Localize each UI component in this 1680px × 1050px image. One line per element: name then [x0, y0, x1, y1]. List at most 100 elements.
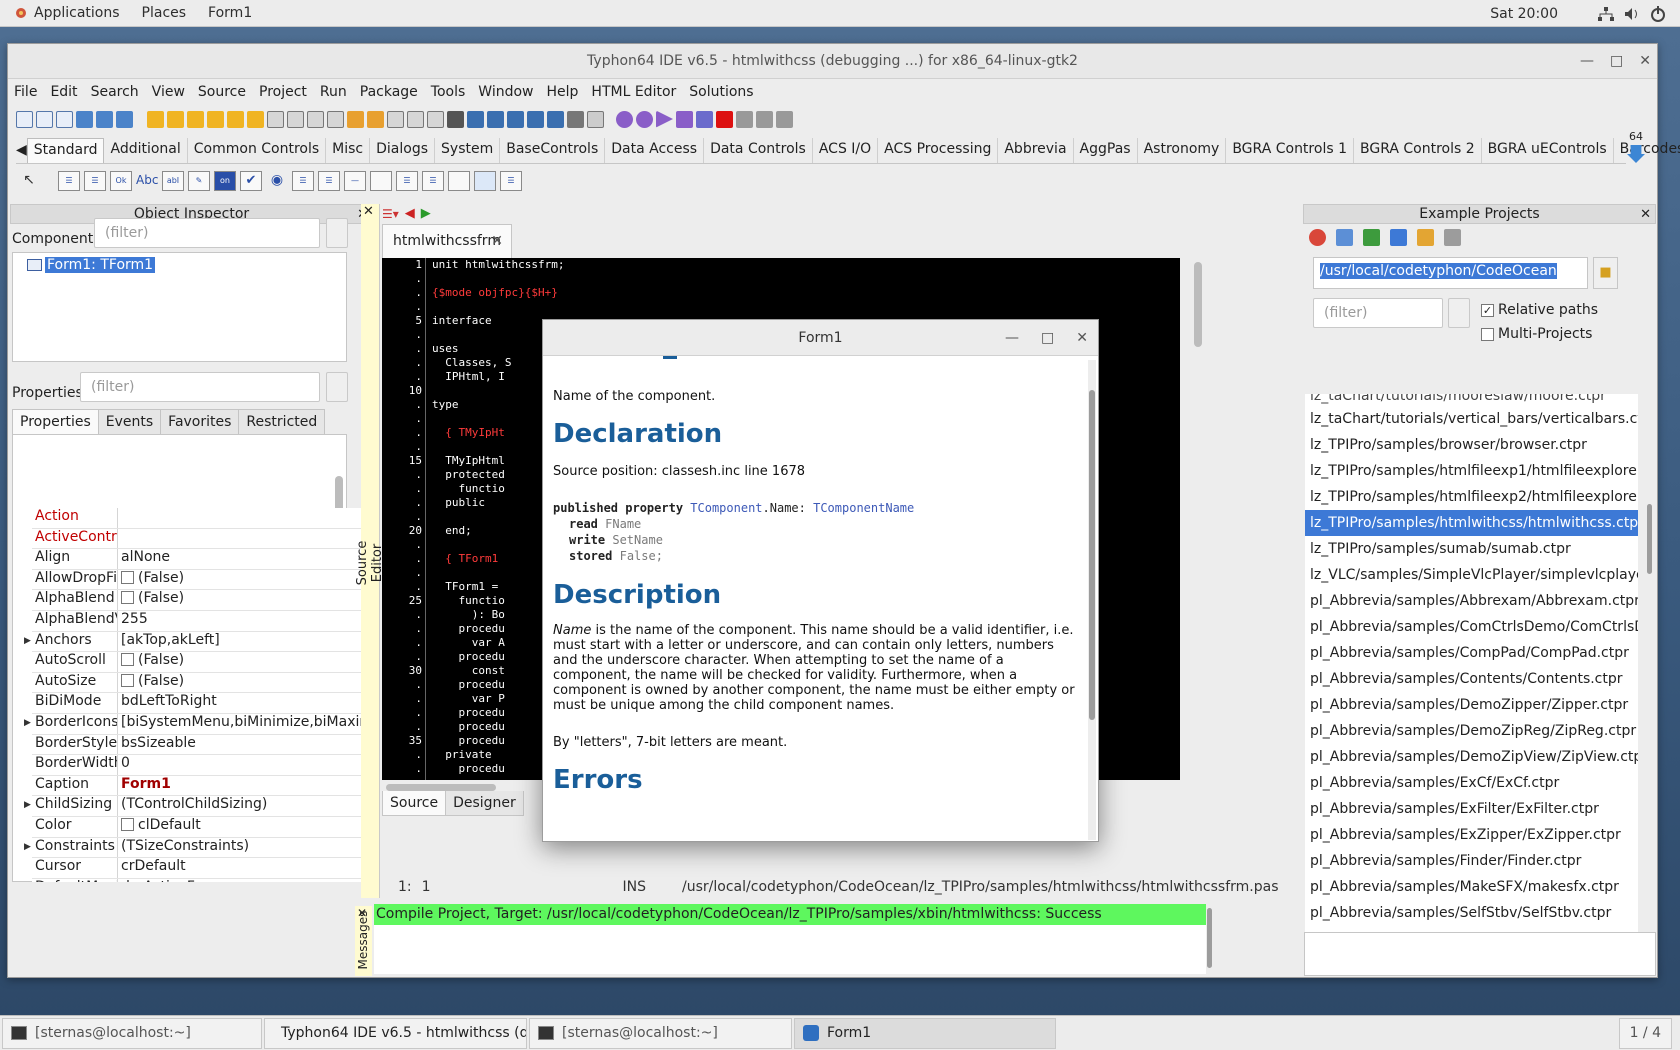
palette-tab[interactable]: Astronomy: [1138, 138, 1227, 163]
settings-icon[interactable]: [467, 110, 484, 128]
scissors-icon[interactable]: [567, 110, 584, 128]
step-out-icon[interactable]: [776, 110, 793, 128]
build-icon[interactable]: [327, 110, 344, 128]
paste-icon[interactable]: [407, 110, 424, 128]
cut-icon[interactable]: [427, 110, 444, 128]
property-value[interactable]: alNone: [118, 549, 362, 569]
tcomponentname-link[interactable]: TComponentName: [813, 501, 914, 515]
toggle-box-icon[interactable]: on: [214, 170, 236, 191]
remove-from-project-icon[interactable]: [287, 110, 304, 128]
palette-tab[interactable]: BGRA Controls 2: [1354, 138, 1482, 163]
listbox-icon[interactable]: ☰: [292, 170, 314, 191]
toggle-form-icon[interactable]: [207, 110, 224, 128]
radiogroup-icon[interactable]: ☰: [396, 170, 418, 191]
project-list-item[interactable]: pl_Abbrevia/samples/DemoZipView/ZipView.…: [1305, 744, 1638, 770]
menu-package[interactable]: Package: [360, 84, 418, 100]
taskbar-item-ide[interactable]: Typhon64 IDE v6.5 - htmlwithcss (d...: [264, 1017, 527, 1049]
find-icon[interactable]: [116, 110, 133, 128]
menu-run[interactable]: Run: [320, 84, 347, 100]
maximize-icon[interactable]: □: [1610, 44, 1623, 79]
tab-favorites[interactable]: Favorites: [160, 409, 240, 434]
checkbox-icon[interactable]: ✔: [240, 170, 262, 191]
combobox-icon[interactable]: ☰: [318, 170, 340, 191]
property-row[interactable]: Action: [32, 508, 362, 529]
form1-title-bar[interactable]: Form1 — □ ✕: [543, 320, 1098, 356]
close-icon[interactable]: ✕: [1639, 44, 1651, 79]
relative-paths-checkbox[interactable]: ✓ Relative paths: [1481, 302, 1598, 318]
checkbox-unchecked-icon[interactable]: [121, 817, 134, 831]
palette-tab[interactable]: Data Controls: [704, 138, 813, 163]
tab-designer[interactable]: Designer: [446, 791, 524, 816]
open-icon[interactable]: [76, 110, 93, 128]
code-line[interactable]: unit htmlwithcssfrm;: [432, 258, 564, 272]
property-row[interactable]: Anchors [akTop,akLeft]: [32, 631, 362, 653]
volume-icon[interactable]: [1624, 7, 1640, 21]
property-row[interactable]: AutoSize (False): [32, 672, 362, 694]
scrollbar-icon[interactable]: —: [344, 170, 366, 191]
property-value[interactable]: [akTop,akLeft]: [118, 632, 362, 652]
close-file-icon[interactable]: [187, 110, 204, 128]
label-icon[interactable]: Abc: [136, 171, 158, 191]
property-value[interactable]: (False): [118, 570, 362, 590]
places-menu[interactable]: Places: [142, 5, 187, 21]
groupbox-icon[interactable]: [370, 170, 392, 191]
project-list-item[interactable]: pl_Abbrevia/samples/DemoZipper/Zipper.ct…: [1305, 692, 1638, 718]
project-list-item[interactable]: pl_Abbrevia/samples/ComCtrlsDemo/ComCtrl…: [1305, 614, 1638, 640]
property-row[interactable]: ActiveControl: [32, 528, 362, 550]
checkbox-unchecked-icon[interactable]: [121, 673, 134, 687]
editor-tab[interactable]: htmlwithcssfrm ✕: [382, 224, 512, 258]
compile-icon[interactable]: [347, 110, 364, 128]
designer-icon[interactable]: [507, 110, 524, 128]
palette-tab[interactable]: Common Controls: [188, 138, 327, 163]
layers-icon[interactable]: [547, 110, 564, 128]
breakpoints-icon[interactable]: [636, 110, 653, 128]
tab-properties[interactable]: Properties: [12, 409, 99, 434]
expand-arrow-icon[interactable]: ▶: [24, 718, 31, 728]
checkbox-unchecked-icon[interactable]: [121, 570, 134, 584]
property-value[interactable]: Form1: [118, 776, 362, 796]
project-list-item[interactable]: pl_Abbrevia/samples/Abbrexam/Abbrexam.ct…: [1305, 588, 1638, 614]
view-units-icon[interactable]: [227, 110, 244, 128]
workspace-switcher[interactable]: 1 / 4: [1618, 1018, 1672, 1049]
new-unit-icon[interactable]: [16, 110, 33, 128]
code-line[interactable]: [432, 272, 564, 286]
code-line[interactable]: {$mode objfpc}{$H+}: [432, 286, 564, 300]
network-icon[interactable]: [1598, 6, 1614, 21]
open-project-icon[interactable]: [1336, 229, 1353, 246]
property-row[interactable]: Color clDefault: [32, 816, 362, 838]
main-menu-icon[interactable]: ☰: [58, 170, 80, 191]
clear-filter-icon[interactable]: [326, 372, 348, 402]
delete-project-icon[interactable]: [1390, 229, 1407, 246]
project-list-item[interactable]: pl_Abbrevia/samples/DemoZipReg/ZipReg.ct…: [1305, 718, 1638, 744]
property-value[interactable]: bsSizeable: [118, 735, 362, 755]
save-all-icon[interactable]: [167, 110, 184, 128]
memo-icon[interactable]: ✎: [188, 170, 210, 191]
project-list-item[interactable]: lz_TPIPro/samples/htmlfileexp2/htmlfilee…: [1305, 484, 1638, 510]
step-into-icon[interactable]: [736, 110, 753, 128]
tab-source[interactable]: Source: [382, 791, 447, 816]
menu-search[interactable]: Search: [91, 84, 139, 100]
tab-restricted[interactable]: Restricted: [238, 409, 326, 434]
menu-file[interactable]: File: [14, 84, 37, 100]
add-to-project-icon[interactable]: [267, 110, 284, 128]
maximize-icon[interactable]: □: [1041, 320, 1054, 356]
property-row[interactable]: Cursor crDefault: [32, 858, 362, 879]
html-viewer[interactable]: Name of the component. Declaration Sourc…: [543, 356, 1089, 841]
property-value[interactable]: [118, 529, 362, 549]
property-row[interactable]: BorderWidth 0: [32, 755, 362, 776]
property-row[interactable]: AlphaBlend (False): [32, 590, 362, 611]
property-value[interactable]: 255: [118, 611, 362, 631]
button-icon[interactable]: Ok: [110, 170, 132, 191]
tab-events[interactable]: Events: [97, 409, 162, 434]
popup-menu-icon[interactable]: ☰: [84, 170, 106, 191]
palette-tab[interactable]: Additional: [104, 138, 188, 163]
project-list-item[interactable]: lz_taChart/tutorials/vertical_bars/verti…: [1305, 406, 1638, 432]
form1-scrollbar[interactable]: [1089, 390, 1095, 720]
project-list-item[interactable]: pl_Abbrevia/samples/ExZipper/ExZipper.ct…: [1305, 822, 1638, 848]
property-row[interactable]: AutoScroll (False): [32, 652, 362, 673]
property-value[interactable]: (False): [118, 652, 362, 672]
frame-icon[interactable]: [474, 170, 496, 191]
palette-scroll-left-icon[interactable]: ◀: [16, 138, 27, 163]
menu-source[interactable]: Source: [198, 84, 246, 100]
inspector-icon[interactable]: [527, 110, 544, 128]
